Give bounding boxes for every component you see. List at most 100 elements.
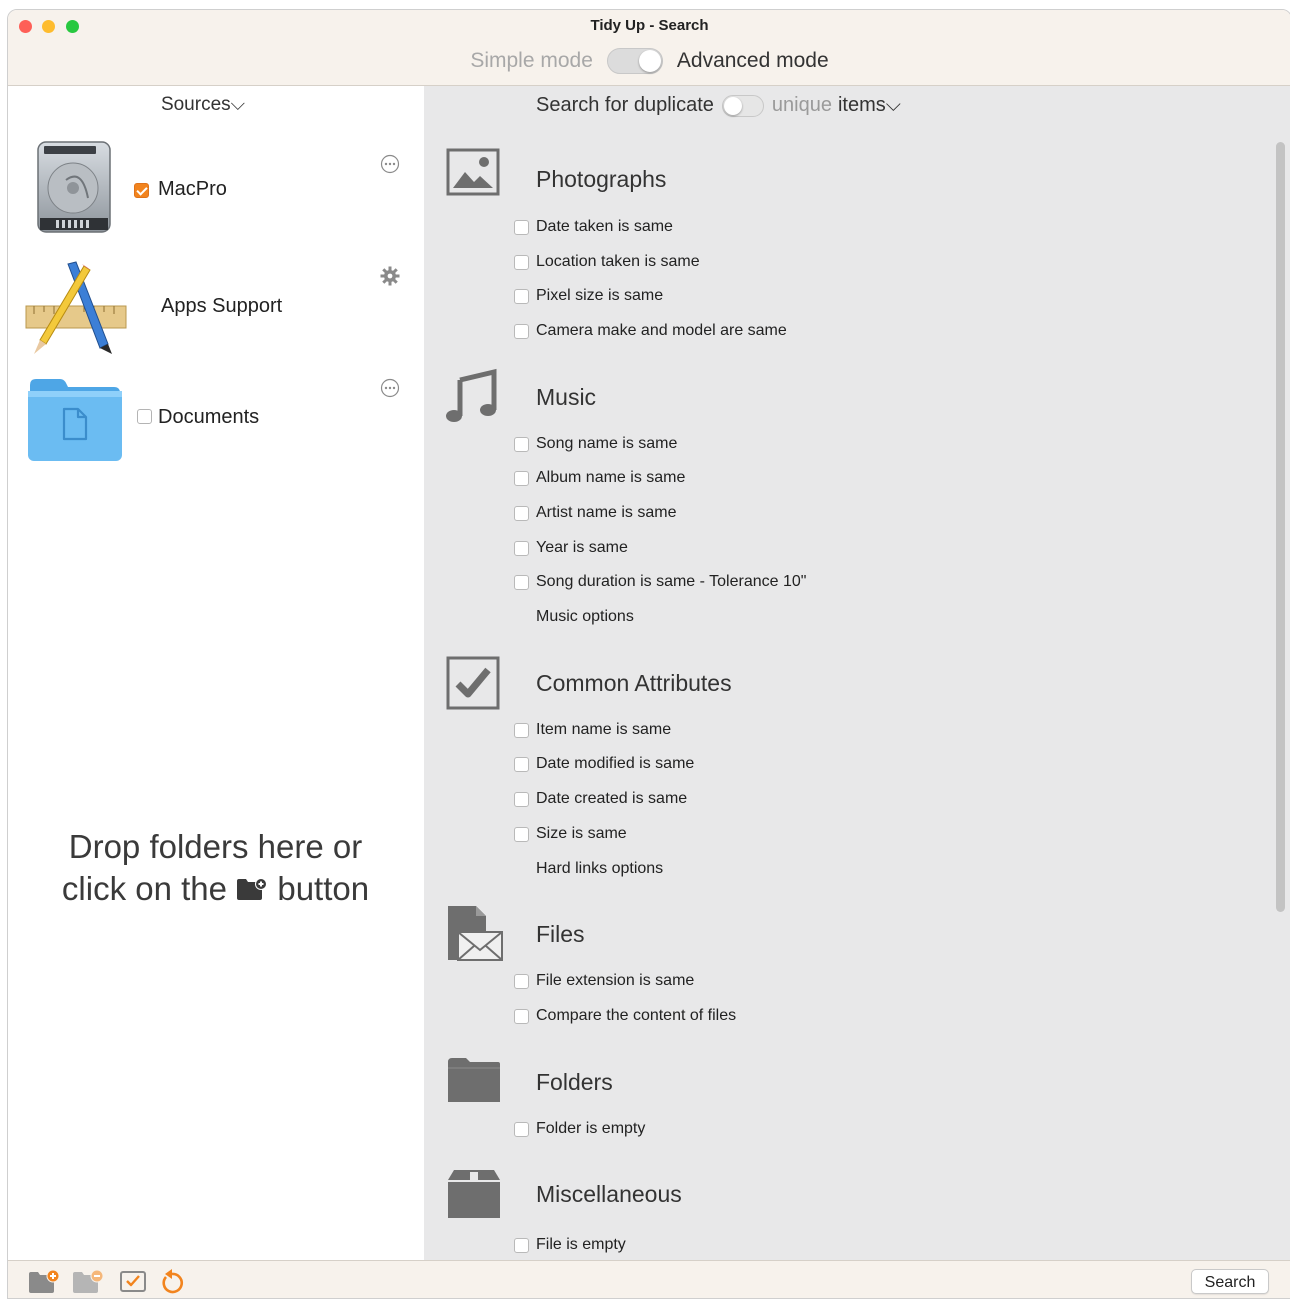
bottom-toolbar: Search	[8, 1260, 1290, 1298]
section-title-folders: Folders	[536, 1069, 613, 1095]
source-item-apps-support[interactable]: Apps Support	[8, 250, 418, 360]
criteria-panel: Search for duplicate unique items⌵ Photo…	[424, 86, 1290, 1260]
drop-hint-line1: Drop folders here or	[68, 828, 363, 865]
hard-drive-icon	[37, 141, 111, 233]
gear-icon[interactable]	[380, 266, 400, 286]
checkbox[interactable]	[514, 722, 529, 738]
option-label: Folder is empty	[536, 1120, 646, 1137]
macpro-checkbox[interactable]	[134, 183, 149, 198]
items-menu[interactable]: items⌵	[838, 94, 901, 117]
hard-links-options-link[interactable]: Hard links options	[536, 860, 663, 878]
option-label: Date created is same	[536, 790, 688, 807]
sources-menu[interactable]: Sources⌵	[8, 94, 398, 116]
option-item-name[interactable]: Item name is same	[514, 721, 671, 739]
source-label: MacPro	[158, 178, 227, 200]
add-folder-icon	[237, 878, 268, 900]
more-icon[interactable]	[380, 378, 400, 398]
section-title-misc: Miscellaneous	[536, 1181, 682, 1207]
source-label: Apps Support	[161, 295, 283, 317]
applications-icon	[25, 261, 127, 354]
box-icon	[448, 1170, 500, 1218]
option-file-extension[interactable]: File extension is same	[514, 972, 694, 990]
option-size[interactable]: Size is same	[514, 825, 627, 843]
section-title-files: Files	[536, 921, 585, 947]
checkbox[interactable]	[514, 219, 529, 235]
option-label: Compare the content of files	[536, 1007, 737, 1024]
option-label: Location taken is same	[536, 253, 700, 270]
section-title-common: Common Attributes	[536, 670, 732, 696]
option-label: Year is same	[536, 539, 628, 556]
option-label: Pixel size is same	[536, 287, 664, 304]
vertical-scrollbar[interactable]	[1276, 142, 1285, 1252]
checkbox[interactable]	[514, 1008, 529, 1024]
file-envelope-icon	[448, 906, 503, 961]
check-all-button[interactable]	[118, 1268, 148, 1294]
option-label: Artist name is same	[536, 504, 677, 521]
checkbox[interactable]	[514, 505, 529, 521]
checkbox[interactable]	[514, 323, 529, 339]
window-title: Tidy Up - Search	[590, 17, 709, 34]
option-label: Song name is same	[536, 435, 678, 452]
simple-mode-label[interactable]: Simple mode	[470, 49, 593, 73]
option-label: Size is same	[536, 825, 627, 842]
checkbox[interactable]	[514, 288, 529, 304]
checkbox[interactable]	[514, 1237, 529, 1253]
scroll-thumb[interactable]	[1276, 142, 1285, 912]
option-label: Date modified is same	[536, 755, 695, 772]
option-year[interactable]: Year is same	[514, 539, 628, 557]
option-pixel-size[interactable]: Pixel size is same	[514, 287, 663, 305]
option-folder-empty[interactable]: Folder is empty	[514, 1120, 645, 1138]
reset-button[interactable]	[158, 1268, 186, 1294]
option-location-taken[interactable]: Location taken is same	[514, 253, 700, 271]
option-camera-make-model[interactable]: Camera make and model are same	[514, 322, 787, 340]
title-bar: Tidy Up - Search Simple mode Advanced mo…	[8, 10, 1290, 86]
source-label: Documents	[158, 406, 260, 428]
option-file-empty[interactable]: File is empty	[514, 1236, 626, 1254]
drop-hint-after: button	[277, 870, 370, 907]
option-date-created[interactable]: Date created is same	[514, 790, 687, 808]
music-options-link[interactable]: Music options	[536, 608, 634, 626]
option-date-taken[interactable]: Date taken is same	[514, 218, 673, 236]
drop-hint-line2: click on the button	[8, 868, 423, 910]
mode-toggle[interactable]	[606, 48, 663, 74]
option-artist-name[interactable]: Artist name is same	[514, 504, 676, 522]
source-item-macpro[interactable]: MacPro	[8, 138, 418, 248]
documents-checkbox[interactable]	[137, 409, 152, 424]
advanced-mode-label[interactable]: Advanced mode	[677, 49, 829, 73]
checkbox[interactable]	[514, 436, 529, 452]
drop-hint-before: click on the	[61, 870, 227, 907]
checkbox[interactable]	[514, 756, 529, 772]
checkbox[interactable]	[514, 574, 529, 590]
option-label: Item name is same	[536, 721, 672, 738]
unique-label[interactable]: unique	[772, 94, 832, 117]
option-compare-content[interactable]: Compare the content of files	[514, 1007, 736, 1025]
checkbox[interactable]	[514, 791, 529, 807]
option-album-name[interactable]: Album name is same	[514, 469, 685, 487]
checkbox[interactable]	[514, 826, 529, 842]
option-song-name[interactable]: Song name is same	[514, 435, 677, 453]
drop-folders-hint: Drop folders here or click on the button	[8, 826, 423, 910]
option-label: Date taken is same	[536, 218, 673, 235]
checkbox[interactable]	[514, 973, 529, 989]
music-note-icon	[446, 368, 497, 422]
search-prefix: Search for duplicate	[536, 94, 714, 116]
option-date-modified[interactable]: Date modified is same	[514, 755, 694, 773]
checkbox[interactable]	[514, 540, 529, 556]
checkbox[interactable]	[514, 470, 529, 486]
more-icon[interactable]	[380, 154, 400, 174]
option-label: File is empty	[536, 1236, 626, 1253]
section-title-photographs: Photographs	[536, 166, 667, 192]
search-button[interactable]: Search	[1191, 1269, 1269, 1294]
add-folder-button[interactable]	[28, 1268, 60, 1294]
section-title-music: Music	[536, 384, 597, 410]
source-item-documents[interactable]: Documents	[8, 362, 418, 472]
photo-icon	[446, 148, 500, 196]
option-label: Camera make and model are same	[536, 322, 787, 339]
duplicate-unique-toggle[interactable]	[721, 94, 764, 117]
checkbox[interactable]	[514, 1121, 529, 1137]
search-mode-bar: Search for duplicate unique items⌵	[536, 94, 901, 117]
mode-switcher: Simple mode Advanced mode	[8, 46, 1290, 76]
checkbox[interactable]	[514, 254, 529, 270]
remove-folder-button[interactable]	[72, 1268, 104, 1294]
option-song-duration[interactable]: Song duration is same - Tolerance 10"	[514, 573, 806, 591]
